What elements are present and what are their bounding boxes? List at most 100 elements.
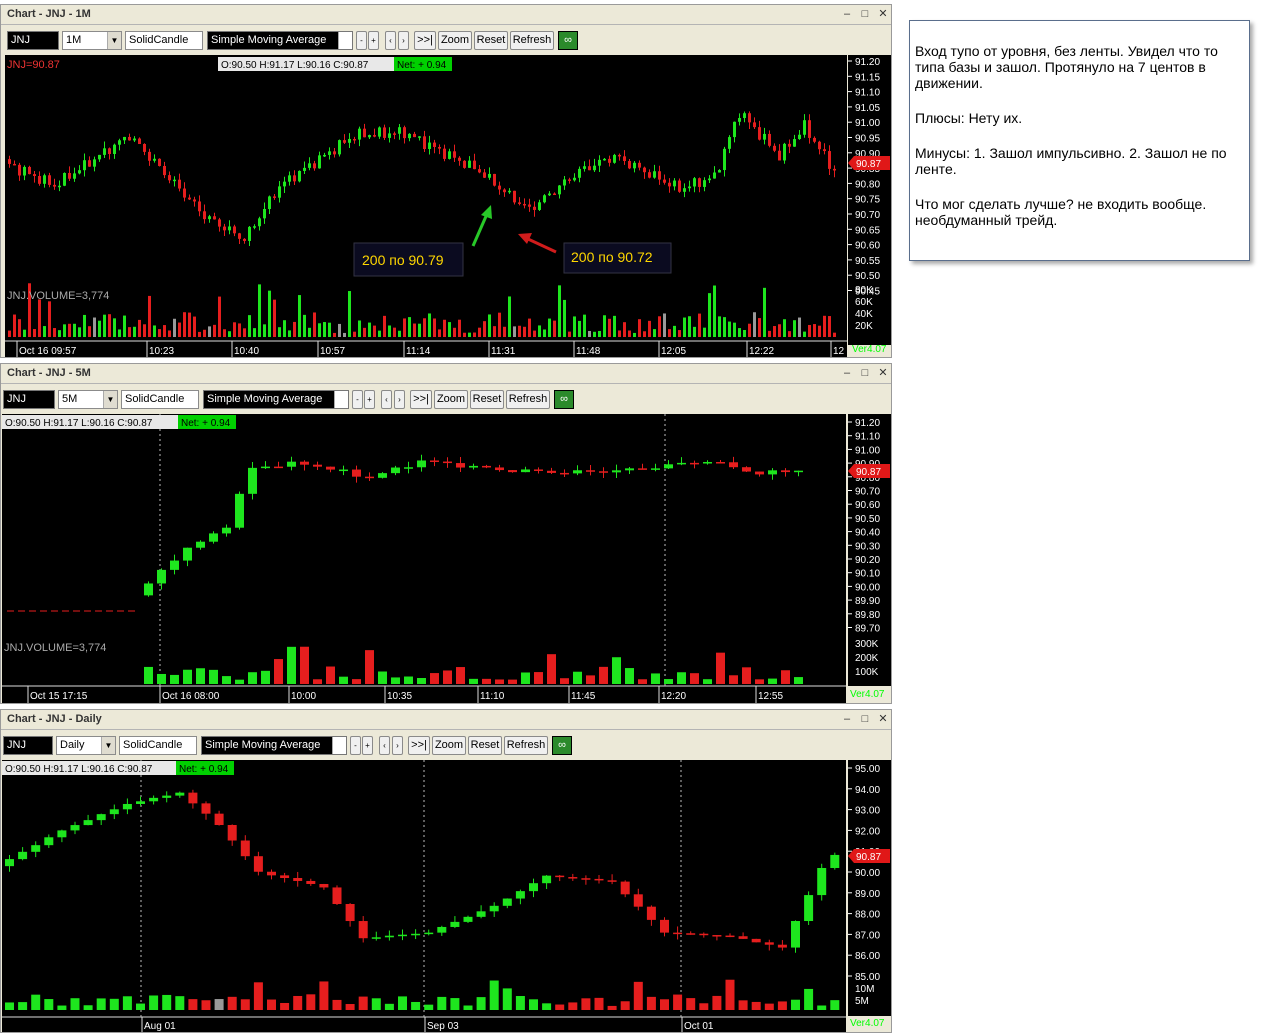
volume-bar (193, 316, 196, 337)
volume-bar (646, 996, 656, 1010)
interval-select[interactable]: 1M ▼ (62, 31, 122, 50)
volume-bar (365, 650, 374, 684)
candle-body (713, 172, 716, 179)
link-icon[interactable]: ∞ (558, 31, 578, 50)
candle-body (43, 175, 46, 184)
volume-bar (548, 318, 551, 337)
candle-body (418, 136, 421, 138)
chart-plot-5m[interactable]: Oct 15 17:15 Oct 16 08:00 10:00 10:35 11:10 1… (2, 414, 846, 703)
indicator-select[interactable]: Simple Moving Average ▼ (207, 31, 353, 50)
note-improve-text: Что мог сделать лучше? не входить вообще… (915, 196, 1207, 228)
chart-plot-daily[interactable]: Aug 01 Sep 03 Oct 01 O:90.50 H:91.17 L:90.1… (2, 760, 846, 1032)
zoom-in-button[interactable]: + (368, 31, 379, 50)
indicator-select[interactable]: Simple Moving Average ▼ (203, 390, 349, 409)
refresh-button[interactable]: Refresh (506, 390, 550, 409)
symbol-input[interactable]: JNJ (7, 31, 59, 50)
interval-select[interactable]: Daily ▼ (56, 736, 116, 755)
link-icon[interactable]: ∞ (554, 390, 574, 409)
volume-bar (238, 323, 241, 337)
minimize-button[interactable]: – (840, 367, 854, 380)
zoom-out-button[interactable]: - (350, 736, 361, 755)
maximize-button[interactable]: □ (858, 8, 872, 21)
close-button[interactable]: ✕ (876, 367, 890, 380)
close-button[interactable]: ✕ (876, 713, 890, 726)
toolbar: JNJ 1M ▼ SolidCandle Simple Moving Averag… (1, 28, 891, 52)
symbol-input[interactable]: JNJ (3, 736, 53, 755)
chart-style-select[interactable]: SolidCandle (125, 31, 203, 50)
zoom-button[interactable]: Zoom (438, 31, 472, 50)
candle-body (473, 160, 476, 170)
scroll-left-button[interactable]: ‹ (385, 31, 396, 50)
volume-bar (326, 666, 335, 684)
candle-body (508, 190, 511, 193)
candle-body (368, 135, 371, 138)
reset-button[interactable]: Reset (470, 390, 504, 409)
chevron-down-icon[interactable]: ▼ (107, 32, 121, 49)
zoom-button[interactable]: Zoom (432, 736, 466, 755)
reset-button[interactable]: Reset (474, 31, 508, 50)
symbol-input[interactable]: JNJ (3, 390, 55, 409)
chevron-down-icon[interactable]: ▼ (103, 391, 117, 408)
scroll-right-button[interactable]: › (398, 31, 409, 50)
scroll-left-button[interactable]: ‹ (379, 736, 390, 755)
refresh-button[interactable]: Refresh (510, 31, 554, 50)
volume-bar (233, 322, 236, 337)
candle-body (68, 172, 71, 179)
zoom-in-button[interactable]: + (364, 390, 375, 409)
price-axis[interactable]: 95.0094.0093.0092.0091.0090.0089.0088.00… (848, 760, 891, 1016)
reset-button[interactable]: Reset (468, 736, 502, 755)
title-bar[interactable]: Chart - JNJ - Daily – □ ✕ (1, 710, 891, 730)
volume-bar (703, 679, 712, 684)
volume-bar (718, 316, 721, 337)
candle-body (476, 911, 486, 917)
volume-bar (175, 996, 185, 1010)
interval-select[interactable]: 5M ▼ (58, 390, 118, 409)
link-icon[interactable]: ∞ (552, 736, 572, 755)
close-button[interactable]: ✕ (876, 8, 890, 21)
volume-bar (458, 319, 461, 337)
chart-style-select[interactable]: SolidCandle (121, 390, 199, 409)
chevron-down-icon[interactable]: ▼ (338, 32, 352, 49)
price-axis[interactable]: 91.2091.1591.1091.0591.0090.9590.9090.85… (848, 55, 891, 345)
candle-body (96, 814, 106, 821)
minimize-button[interactable]: – (840, 8, 854, 21)
chevron-down-icon[interactable]: ▼ (101, 737, 115, 754)
candle-body (353, 138, 356, 141)
scroll-end-button[interactable]: >>| (408, 736, 430, 755)
volume-bar (783, 319, 786, 337)
title-bar[interactable]: Chart - JNJ - 5M – □ ✕ (1, 364, 891, 384)
net-label: Net: + 0.94 (397, 60, 447, 71)
volume-bar (83, 314, 86, 337)
minimize-button[interactable]: – (840, 713, 854, 726)
zoom-in-button[interactable]: + (362, 736, 373, 755)
scroll-left-button[interactable]: ‹ (381, 390, 392, 409)
volume-bar (781, 670, 790, 684)
maximize-button[interactable]: □ (858, 713, 872, 726)
price-axis[interactable]: 91.2091.1091.0090.9090.8090.7090.6090.50… (848, 414, 891, 686)
volume-bar (136, 1003, 145, 1010)
candle-body (98, 154, 101, 160)
price-tick-label: 90.65 (855, 225, 880, 236)
volume-bar (293, 321, 296, 337)
scroll-end-button[interactable]: >>| (414, 31, 436, 50)
candle-body (698, 178, 701, 187)
zoom-out-button[interactable]: - (356, 31, 367, 50)
chevron-down-icon[interactable]: ▼ (332, 737, 346, 754)
scroll-right-button[interactable]: › (394, 390, 405, 409)
chevron-down-icon[interactable]: ▼ (334, 391, 348, 408)
chart-plot-1m[interactable]: Oct 16 09:57 10:23 10:40 10:57 11:14 11:31 11:… (5, 55, 847, 357)
maximize-button[interactable]: □ (858, 367, 872, 380)
scroll-right-button[interactable]: › (392, 736, 403, 755)
zoom-out-button[interactable]: - (352, 390, 363, 409)
volume-bar (593, 331, 596, 337)
volume-bar (521, 672, 530, 684)
indicator-select[interactable]: Simple Moving Average ▼ (201, 736, 347, 755)
zoom-button[interactable]: Zoom (434, 390, 468, 409)
chart-style-select[interactable]: SolidCandle (119, 736, 197, 755)
volume-bar (699, 1003, 709, 1010)
refresh-button[interactable]: Refresh (504, 736, 548, 755)
title-bar[interactable]: Chart - JNJ - 1M – □ ✕ (1, 5, 891, 25)
volume-bar (758, 318, 761, 337)
volume-bar (123, 315, 126, 337)
scroll-end-button[interactable]: >>| (410, 390, 432, 409)
